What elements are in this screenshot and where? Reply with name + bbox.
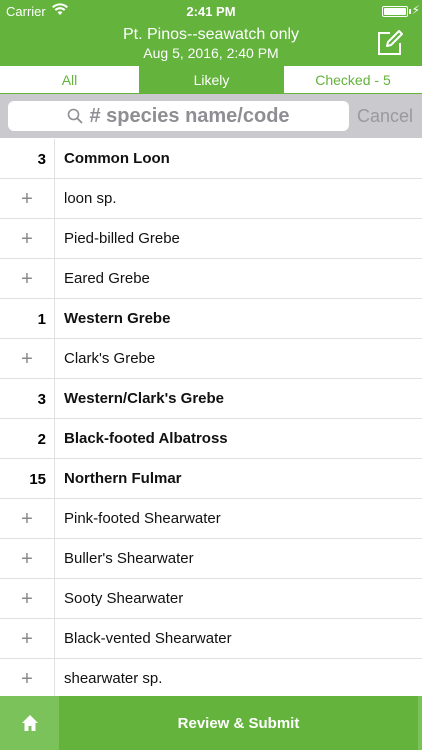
species-row[interactable]: + Black-vented Shearwater xyxy=(0,619,422,659)
add-count-button[interactable]: + xyxy=(0,659,55,696)
species-row[interactable]: + Sooty Shearwater xyxy=(0,579,422,619)
species-row[interactable]: + Pied-billed Grebe xyxy=(0,219,422,259)
species-name: Western Grebe xyxy=(64,310,171,327)
search-placeholder: # species name/code xyxy=(89,104,290,127)
add-count-button[interactable]: + xyxy=(0,579,55,619)
cancel-button[interactable]: Cancel xyxy=(357,106,413,127)
species-name: loon sp. xyxy=(64,190,117,207)
species-name: shearwater sp. xyxy=(64,670,163,687)
species-count[interactable]: 2 xyxy=(0,419,55,459)
species-count[interactable]: 3 xyxy=(0,379,55,419)
add-count-button[interactable]: + xyxy=(0,619,55,659)
tab-likely[interactable]: Likely xyxy=(139,66,284,94)
battery-icon xyxy=(382,6,408,17)
search-input[interactable]: # species name/code xyxy=(8,101,349,131)
species-name: Pink-footed Shearwater xyxy=(64,510,221,527)
species-count[interactable]: 3 xyxy=(0,139,55,179)
species-name: Black-footed Albatross xyxy=(64,430,228,447)
add-count-button[interactable]: + xyxy=(0,499,55,539)
species-row[interactable]: 3 Western/Clark's Grebe xyxy=(0,379,422,419)
tab-all[interactable]: All xyxy=(0,66,139,94)
bottom-bar: Review & Submit xyxy=(0,696,422,750)
species-row[interactable]: 15 Northern Fulmar xyxy=(0,459,422,499)
species-list: 3 Common Loon + loon sp. + Pied-billed Grebe +… xyxy=(0,139,422,696)
add-count-button[interactable]: + xyxy=(0,259,55,299)
edit-icon[interactable] xyxy=(376,29,404,57)
species-name: Common Loon xyxy=(64,150,170,167)
species-row[interactable]: 1 Western Grebe xyxy=(0,299,422,339)
species-row[interactable]: + Eared Grebe xyxy=(0,259,422,299)
add-count-button[interactable]: + xyxy=(0,339,55,379)
species-name: Sooty Shearwater xyxy=(64,590,184,607)
species-name: Eared Grebe xyxy=(64,270,150,287)
species-row[interactable]: 2 Black-footed Albatross xyxy=(0,419,422,459)
add-count-button[interactable]: + xyxy=(0,179,55,219)
search-bar: # species name/code Cancel xyxy=(0,94,422,138)
add-count-button[interactable]: + xyxy=(0,539,55,579)
species-row[interactable]: + loon sp. xyxy=(0,179,422,219)
species-name: Clark's Grebe xyxy=(64,350,156,367)
species-row[interactable]: + Pink-footed Shearwater xyxy=(0,499,422,539)
add-count-button[interactable]: + xyxy=(0,219,55,259)
checklist-date: Aug 5, 2016, 2:40 PM xyxy=(143,45,279,61)
filter-tabs: All Likely Checked - 5 xyxy=(0,66,422,94)
species-row[interactable]: + Buller's Shearwater xyxy=(0,539,422,579)
charging-icon: ⚡ xyxy=(411,3,420,17)
species-count[interactable]: 15 xyxy=(0,459,55,499)
species-name: Buller's Shearwater xyxy=(64,550,194,567)
home-icon xyxy=(21,715,38,731)
search-icon xyxy=(68,108,84,124)
header: Carrier 2:41 PM ⚡ Pt. Pinos--seawatch on… xyxy=(0,0,422,66)
bottom-edge xyxy=(418,696,422,750)
species-row[interactable]: + Clark's Grebe xyxy=(0,339,422,379)
checklist-title: Pt. Pinos--seawatch only xyxy=(122,26,300,43)
species-row[interactable]: + shearwater sp. xyxy=(0,659,422,696)
species-name: Western/Clark's Grebe xyxy=(64,390,225,407)
home-button[interactable] xyxy=(0,696,59,750)
species-count[interactable]: 1 xyxy=(0,299,55,339)
species-name: Black-vented Shearwater xyxy=(64,630,232,647)
status-bar: Carrier 2:41 PM ⚡ xyxy=(0,0,422,22)
clock: 2:41 PM xyxy=(186,4,236,19)
species-row[interactable]: 3 Common Loon xyxy=(0,139,422,179)
review-submit-button[interactable]: Review & Submit xyxy=(59,696,418,750)
species-name: Northern Fulmar xyxy=(64,470,182,487)
species-name: Pied-billed Grebe xyxy=(64,230,180,247)
tab-checked[interactable]: Checked - 5 xyxy=(284,66,422,94)
title-block: Pt. Pinos--seawatch only Aug 5, 2016, 2:… xyxy=(60,25,362,62)
